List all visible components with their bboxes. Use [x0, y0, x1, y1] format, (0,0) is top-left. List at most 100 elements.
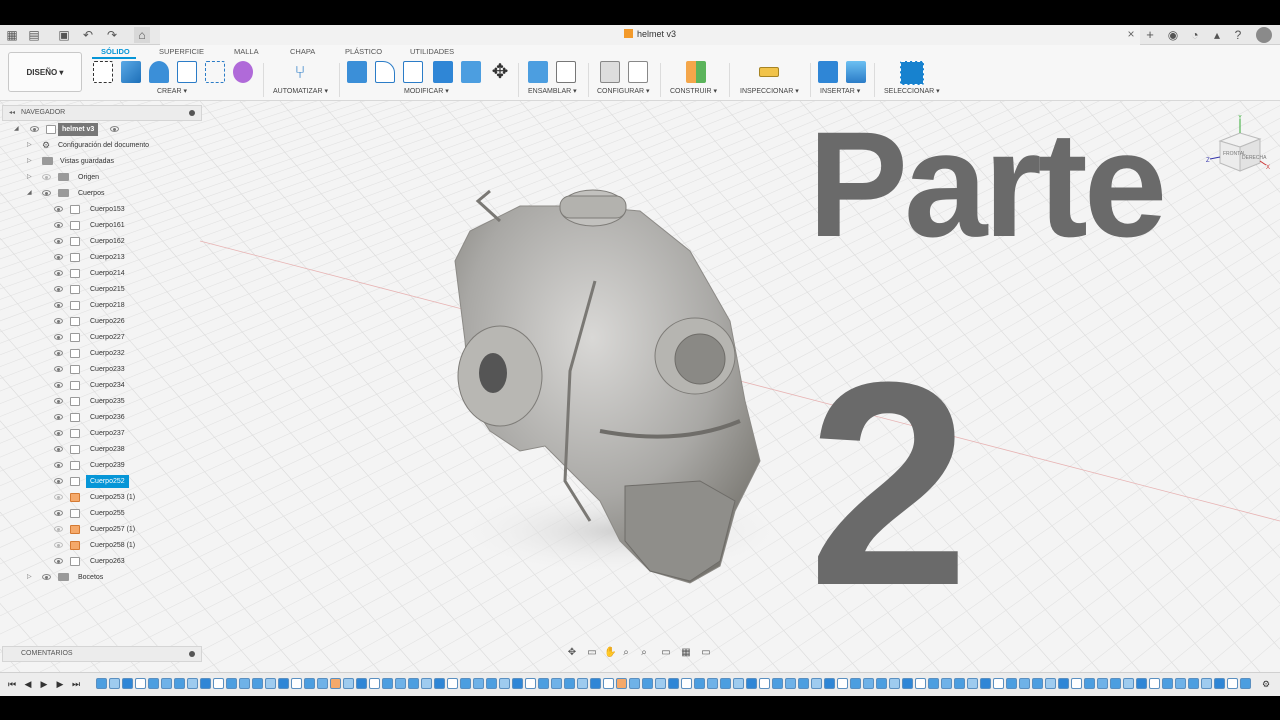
close-tab-icon[interactable]: × [1124, 27, 1138, 41]
timeline-feature[interactable] [525, 678, 536, 689]
visibility-eye-icon[interactable] [54, 350, 63, 356]
browser-item-sketches[interactable]: ▷ Bocetos [0, 571, 200, 584]
browser-item-origin[interactable]: ▷ Origen [0, 171, 200, 184]
browser-item-body[interactable]: Cuerpo214 [0, 267, 200, 280]
timeline-feature[interactable] [707, 678, 718, 689]
timeline-end-icon[interactable]: ⏭ [70, 678, 82, 690]
visibility-eye-icon[interactable] [42, 174, 51, 180]
construct-plane-icon[interactable] [686, 61, 706, 83]
look-at-icon[interactable]: ▭ [586, 647, 598, 659]
timeline-feature[interactable] [252, 678, 263, 689]
group-assemble[interactable]: ENSAMBLAR ▾ [528, 87, 577, 95]
timeline-feature[interactable] [1188, 678, 1199, 689]
timeline-feature[interactable] [798, 678, 809, 689]
timeline-next-icon[interactable]: ▶ [54, 678, 66, 690]
visibility-eye-icon[interactable] [30, 126, 39, 132]
timeline-feature[interactable] [668, 678, 679, 689]
group-select[interactable]: SELECCIONAR ▾ [884, 87, 940, 95]
visibility-eye-icon[interactable] [54, 446, 63, 452]
viewcube[interactable]: FRONTAL DERECHA Y Z X [1206, 115, 1272, 181]
visibility-eye-icon[interactable] [54, 238, 63, 244]
visibility-eye-icon[interactable] [54, 510, 63, 516]
grid-settings-icon[interactable]: ▦ [680, 647, 692, 659]
timeline-feature[interactable] [213, 678, 224, 689]
visibility-eye-icon[interactable] [54, 414, 63, 420]
timeline-feature[interactable] [1097, 678, 1108, 689]
tab-mesh[interactable]: MALLA [234, 47, 259, 56]
save-icon[interactable]: ▣ [56, 27, 72, 43]
timeline-feature[interactable] [395, 678, 406, 689]
visibility-eye-icon[interactable] [54, 302, 63, 308]
timeline-feature[interactable] [967, 678, 978, 689]
timeline-feature[interactable] [434, 678, 445, 689]
timeline-feature[interactable] [954, 678, 965, 689]
extensions-icon[interactable]: ◉ [1165, 27, 1181, 43]
timeline-feature[interactable] [1175, 678, 1186, 689]
fit-icon[interactable]: ⌕ [638, 647, 650, 659]
browser-item-body[interactable]: Cuerpo237 [0, 427, 200, 440]
timeline-feature[interactable] [694, 678, 705, 689]
timeline-feature[interactable] [1032, 678, 1043, 689]
timeline-feature[interactable] [109, 678, 120, 689]
timeline-feature[interactable] [928, 678, 939, 689]
redo-icon[interactable]: ↷ [104, 27, 120, 43]
visibility-eye-icon[interactable] [54, 542, 63, 548]
zoom-icon[interactable]: ⌕ [620, 647, 632, 659]
visibility-eye-icon[interactable] [54, 206, 63, 212]
visibility-eye-icon[interactable] [54, 366, 63, 372]
visibility-eye-icon[interactable] [54, 254, 63, 260]
hole-icon[interactable] [177, 61, 197, 83]
timeline-feature[interactable] [1227, 678, 1238, 689]
timeline-feature[interactable] [850, 678, 861, 689]
browser-item-saved-views[interactable]: ▷ Vistas guardadas [0, 155, 200, 168]
visibility-eye-icon[interactable] [54, 430, 63, 436]
timeline-feature[interactable] [187, 678, 198, 689]
timeline-feature[interactable] [135, 678, 146, 689]
timeline-feature[interactable] [876, 678, 887, 689]
collapse-browser-icon[interactable]: ◂◂ [9, 109, 15, 116]
visibility-eye-icon[interactable] [42, 190, 51, 196]
timeline-feature[interactable] [265, 678, 276, 689]
comments-panel-header[interactable]: COMENTARIOS [2, 646, 202, 662]
browser-item-body[interactable]: Cuerpo161 [0, 219, 200, 232]
timeline-feature[interactable] [577, 678, 588, 689]
browser-item-body[interactable]: Cuerpo263 [0, 555, 200, 568]
group-construct[interactable]: CONSTRUIR ▾ [670, 87, 717, 95]
timeline-feature[interactable] [421, 678, 432, 689]
timeline-feature[interactable] [993, 678, 1004, 689]
timeline-feature[interactable] [785, 678, 796, 689]
timeline-feature[interactable] [499, 678, 510, 689]
visibility-eye-icon[interactable] [54, 526, 63, 532]
timeline-feature[interactable] [772, 678, 783, 689]
browser-item-body[interactable]: Cuerpo232 [0, 347, 200, 360]
browser-item-body[interactable]: Cuerpo255 [0, 507, 200, 520]
app-grid-icon[interactable]: ▦ [4, 27, 20, 43]
timeline-feature[interactable] [96, 678, 107, 689]
new-component-icon[interactable] [528, 61, 548, 83]
revolve-icon[interactable] [149, 61, 169, 83]
timeline-feature[interactable] [1149, 678, 1160, 689]
timeline-feature[interactable] [486, 678, 497, 689]
timeline-feature[interactable] [746, 678, 757, 689]
insert-image-icon[interactable] [846, 61, 866, 83]
timeline-feature[interactable] [629, 678, 640, 689]
timeline-feature[interactable] [720, 678, 731, 689]
timeline-start-icon[interactable]: ⏮ [6, 678, 18, 690]
browser-item-body[interactable]: Cuerpo153 [0, 203, 200, 216]
group-automate[interactable]: AUTOMATIZAR ▾ [273, 87, 328, 95]
group-configure[interactable]: CONFIGURAR ▾ [597, 87, 650, 95]
user-avatar[interactable] [1256, 27, 1272, 43]
press-pull-icon[interactable] [347, 61, 367, 83]
visibility-eye-icon[interactable] [54, 478, 63, 484]
timeline-feature[interactable] [733, 678, 744, 689]
timeline-feature[interactable] [317, 678, 328, 689]
tab-plastic[interactable]: PLÁSTICO [345, 47, 382, 56]
chamfer-icon[interactable] [403, 61, 423, 83]
timeline-feature[interactable] [551, 678, 562, 689]
tab-surface[interactable]: SUPERFICIE [159, 47, 204, 56]
visibility-eye-icon[interactable] [54, 286, 63, 292]
timeline-feature[interactable] [1019, 678, 1030, 689]
timeline-feature[interactable] [1240, 678, 1251, 689]
browser-header[interactable]: ◂◂ NAVEGADOR [2, 105, 202, 121]
timeline-feature[interactable] [564, 678, 575, 689]
